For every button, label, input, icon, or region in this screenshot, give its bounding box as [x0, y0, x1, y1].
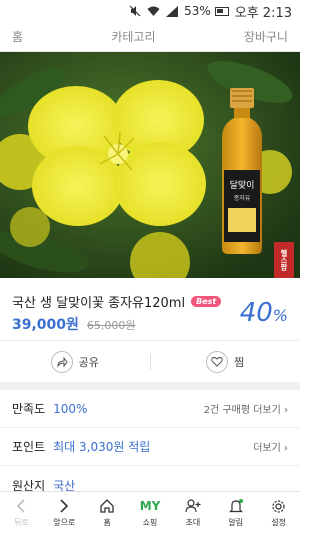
bottom-nav: 뒤로 앞으로 홈 MY 쇼핑 초대 알림 설정: [0, 491, 300, 533]
nav-shopping-label: 쇼핑: [142, 518, 158, 527]
clock: 오후 2:13: [234, 5, 292, 21]
wifi-icon: [147, 6, 160, 17]
share-label: 공유: [78, 355, 99, 369]
nav-shopping-button[interactable]: MY 쇼핑: [129, 492, 172, 533]
action-row: 공유 찜: [0, 340, 300, 382]
points-value: 최대 3,030원 적립: [53, 440, 151, 454]
nav-category[interactable]: 카테고리: [111, 28, 155, 45]
nav-home-button[interactable]: 홈: [86, 492, 129, 533]
nav-alarm-label: 알림: [228, 518, 244, 527]
sale-price: 39,000원: [12, 317, 79, 333]
brand-logo: 헬스팜: [280, 249, 288, 272]
chevron-right-icon: ›: [284, 405, 288, 416]
nav-forward-button[interactable]: 앞으로: [43, 492, 86, 533]
product-image[interactable]: 달맞이 종자유 헬스팜: [0, 52, 300, 278]
mute-icon: [129, 5, 141, 17]
add-user-icon: [185, 497, 201, 515]
discount-unit: %: [272, 306, 288, 325]
satisfaction-row: 만족도 100% 2건 구매평 더보기 ›: [0, 390, 300, 428]
reviews-more-link[interactable]: 2건 구매평 더보기 ›: [204, 401, 288, 416]
satisfaction-value: 100%: [53, 401, 88, 416]
nav-back-button[interactable]: 뒤로: [0, 492, 43, 533]
points-label: 포인트: [12, 440, 46, 454]
discount-rate: 40%: [240, 298, 288, 328]
points-row: 포인트 최대 3,030원 적립 더보기 ›: [0, 428, 300, 466]
best-badge: Best: [191, 296, 222, 307]
battery-percent: 53%: [184, 4, 211, 18]
top-nav: 홈 카테고리 장바구니: [0, 22, 300, 52]
share-icon: [50, 350, 73, 373]
svg-text:달맞이: 달맞이: [230, 179, 255, 191]
signal-icon: [166, 5, 179, 17]
like-button[interactable]: 찜: [151, 350, 301, 373]
heart-icon: [206, 350, 229, 373]
points-more-label: 더보기: [253, 443, 281, 454]
chevron-left-icon: [16, 497, 26, 515]
chevron-right-icon: [59, 497, 69, 515]
section-gap: [0, 382, 300, 390]
home-icon: [99, 497, 115, 515]
like-label: 찜: [234, 355, 245, 369]
nav-forward-label: 앞으로: [53, 518, 76, 527]
my-logo: MY: [139, 499, 161, 513]
nav-invite-label: 초대: [185, 518, 201, 527]
discount-value: 40: [239, 298, 273, 328]
nav-invite-button[interactable]: 초대: [171, 492, 214, 533]
nav-settings-label: 설정: [271, 518, 286, 527]
reviews-more-label: 2건 구매평 더보기: [203, 405, 281, 416]
share-button[interactable]: 공유: [0, 350, 150, 373]
nav-settings-button[interactable]: 설정: [257, 492, 300, 533]
battery-icon: [214, 6, 229, 16]
nav-home[interactable]: 홈: [12, 28, 23, 45]
status-bar: 53% 오후 2:13: [0, 0, 300, 22]
chevron-right-icon: ›: [284, 443, 288, 454]
nav-home-label: 홈: [103, 518, 111, 527]
nav-alarm-button[interactable]: 알림: [214, 492, 257, 533]
product-title: 국산 생 달맞이꽃 종자유120ml: [12, 296, 186, 311]
bell-icon: [228, 497, 243, 515]
nav-cart[interactable]: 장바구니: [244, 28, 288, 45]
points-more-link[interactable]: 더보기 ›: [253, 439, 288, 454]
satisfaction-label: 만족도: [12, 402, 46, 416]
svg-text:종자유: 종자유: [234, 194, 251, 202]
product-info: 국산 생 달맞이꽃 종자유120ml Best 39,000원 65,000원 …: [0, 278, 300, 340]
nav-back-label: 뒤로: [14, 518, 29, 527]
gear-icon: [271, 497, 286, 515]
original-price: 65,000원: [86, 319, 136, 332]
